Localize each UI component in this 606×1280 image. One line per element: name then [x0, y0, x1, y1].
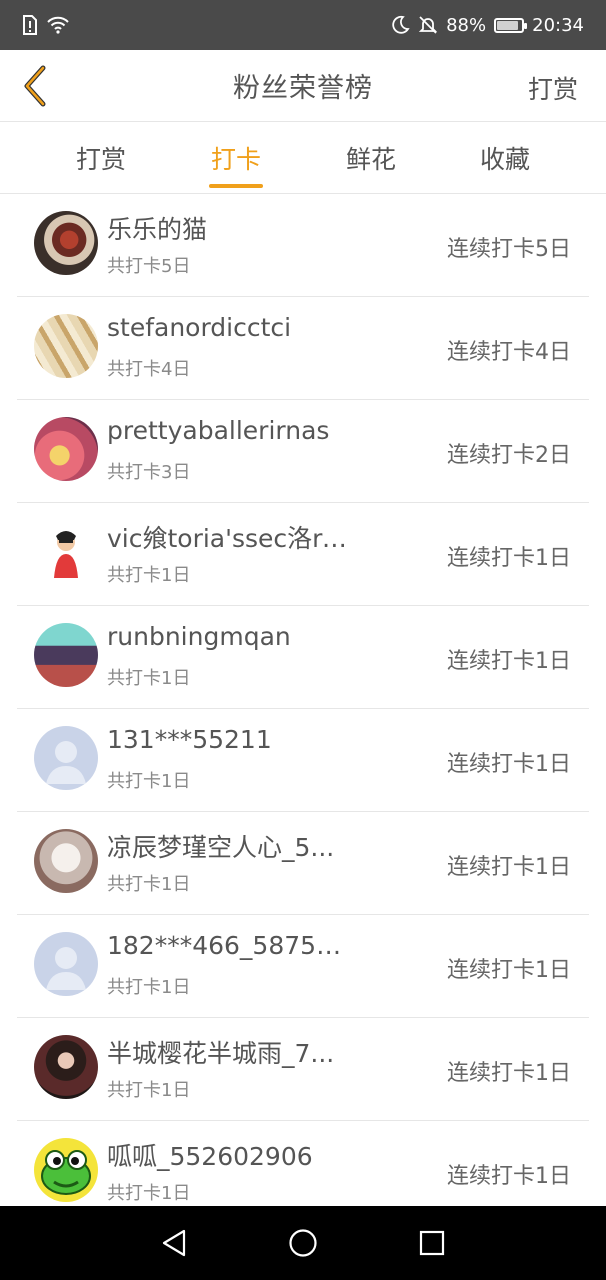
fan-streak: 连续打卡1日: [447, 1061, 571, 1086]
header: 粉丝荣誉榜 打赏: [0, 50, 606, 122]
fan-total-checkins: 共打卡5日: [107, 256, 191, 277]
fan-name: prettyaballerirnas: [107, 416, 330, 445]
tab-reward[interactable]: 打赏: [41, 122, 161, 194]
fan-total-checkins: 共打卡1日: [107, 1080, 191, 1101]
fan-total-checkins: 共打卡4日: [107, 359, 191, 380]
list-item[interactable]: vic飨toria'ssec洛ret 共打卡1日 连续打卡1日: [17, 503, 589, 606]
avatar: [34, 829, 98, 893]
fan-name: 131***55211: [107, 725, 272, 754]
default-avatar-icon: [46, 947, 86, 990]
fan-total-checkins: 共打卡1日: [107, 977, 191, 998]
list-item[interactable]: 凉辰梦瑾空人心_5... 共打卡1日 连续打卡1日: [17, 812, 589, 915]
tab-label: 收藏: [479, 145, 530, 174]
fan-total-checkins: 共打卡1日: [107, 771, 191, 792]
list-item[interactable]: prettyaballerirnas 共打卡3日 连续打卡2日: [17, 400, 589, 503]
list-item[interactable]: stefanordicctci 共打卡4日 连续打卡4日: [17, 297, 589, 400]
clock: 20:34: [532, 14, 584, 36]
fan-streak: 连续打卡1日: [447, 855, 571, 880]
back-button[interactable]: [12, 60, 56, 112]
status-bar: 88% 20:34: [0, 0, 606, 50]
fan-total-checkins: 共打卡1日: [107, 668, 191, 689]
avatar: [34, 417, 98, 481]
mute-bell-icon: [418, 15, 438, 35]
frog-avatar-icon: [41, 1150, 91, 1195]
avatar: [34, 932, 98, 996]
system-recents-button[interactable]: [412, 1223, 452, 1263]
list-item[interactable]: 半城樱花半城雨_7... 共打卡1日 连续打卡1日: [17, 1018, 589, 1121]
fan-streak: 连续打卡5日: [447, 237, 571, 262]
fan-total-checkins: 共打卡1日: [107, 1183, 191, 1204]
tab-active-indicator: [209, 184, 263, 188]
list-item[interactable]: 182***466_58750... 共打卡1日 连续打卡1日: [17, 915, 589, 1018]
fan-streak: 连续打卡1日: [447, 1164, 571, 1189]
tab-checkin[interactable]: 打卡: [176, 122, 296, 194]
tab-label: 鲜花: [345, 145, 396, 174]
chevron-left-icon: [24, 65, 46, 107]
battery-icon: [494, 17, 528, 33]
fan-name: runbningmqan: [107, 622, 291, 651]
fan-name: 呱呱_552602906: [107, 1142, 313, 1171]
list-item[interactable]: 131***55211 共打卡1日 连续打卡1日: [17, 709, 589, 812]
moon-icon: [390, 15, 410, 35]
avatar: [34, 1035, 98, 1099]
page-title: 粉丝荣誉榜: [233, 73, 373, 104]
battery-percent: 88%: [446, 14, 487, 36]
avatar: [34, 314, 98, 378]
reward-button[interactable]: 打赏: [528, 70, 578, 106]
avatar: [34, 211, 98, 275]
wifi-icon: [46, 15, 70, 35]
fan-name: 乐乐的猫: [107, 215, 208, 244]
tab-flowers[interactable]: 鲜花: [311, 122, 431, 194]
fan-name: vic飨toria'ssec洛ret: [107, 524, 347, 553]
system-back-button[interactable]: [154, 1223, 194, 1263]
avatar: [34, 726, 98, 790]
fan-streak: 连续打卡1日: [447, 649, 571, 674]
system-home-button[interactable]: [283, 1223, 323, 1263]
square-recents-icon: [419, 1230, 444, 1256]
fan-total-checkins: 共打卡1日: [107, 874, 191, 895]
fan-streak: 连续打卡1日: [447, 958, 571, 983]
fan-streak: 连续打卡1日: [447, 546, 571, 571]
fan-total-checkins: 共打卡3日: [107, 462, 191, 483]
tab-label: 打赏: [75, 145, 126, 174]
tab-bar: 打赏 打卡 鲜花 收藏: [0, 122, 606, 194]
list-item[interactable]: runbningmqan 共打卡1日 连续打卡1日: [17, 606, 589, 709]
fan-name: stefanordicctci: [107, 313, 292, 342]
sim-alert-icon: [22, 15, 38, 35]
fan-name: 凉辰梦瑾空人心_5...: [107, 833, 335, 862]
circle-home-icon: [289, 1229, 317, 1257]
tab-favorites[interactable]: 收藏: [445, 122, 565, 194]
fan-name: 半城樱花半城雨_7...: [107, 1039, 335, 1068]
list-item[interactable]: 乐乐的猫 共打卡5日 连续打卡5日: [17, 194, 589, 297]
fan-streak: 连续打卡4日: [447, 340, 571, 365]
fan-name: 182***466_58750...: [107, 931, 347, 960]
fan-list: 乐乐的猫 共打卡5日 连续打卡5日 stefanordicctci 共打卡4日 …: [0, 194, 606, 1206]
fan-streak: 连续打卡2日: [447, 443, 571, 468]
system-navigation-bar: [0, 1206, 606, 1280]
triangle-back-icon: [163, 1229, 186, 1257]
fan-streak: 连续打卡1日: [447, 752, 571, 777]
avatar: [34, 623, 98, 687]
tab-label: 打卡: [210, 145, 261, 174]
list-item[interactable]: 呱呱_552602906 共打卡1日 连续打卡1日: [17, 1121, 589, 1206]
default-avatar-icon: [46, 741, 86, 784]
fan-total-checkins: 共打卡1日: [107, 565, 191, 586]
avatar: [34, 520, 98, 584]
avatar: [34, 1138, 98, 1202]
